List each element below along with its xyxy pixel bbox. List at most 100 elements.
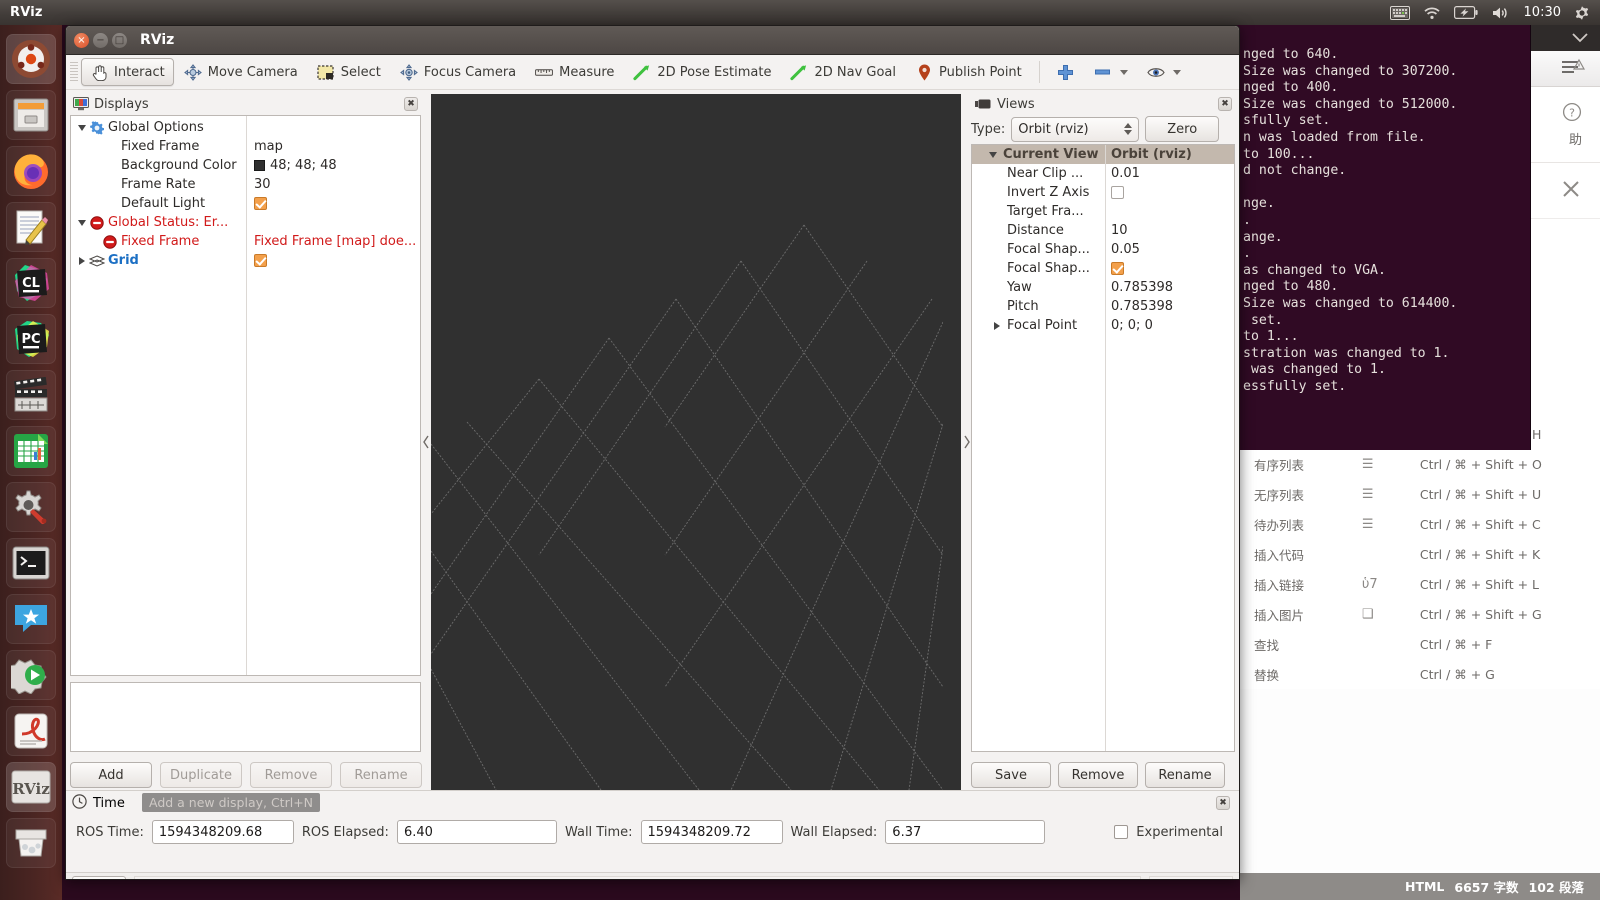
battery-icon[interactable] [1453, 6, 1478, 19]
displays-tree[interactable]: Global Options Fixed Frame map Background C… [70, 115, 421, 676]
sidebar-item-system-settings[interactable] [6, 482, 56, 532]
sidebar-item-files[interactable] [6, 90, 56, 140]
checkbox-checked[interactable] [254, 197, 267, 210]
pose-estimate-button[interactable]: 2D Pose Estimate [624, 58, 780, 86]
right-splitter-handle[interactable] [961, 94, 971, 790]
twisty-expanded-icon[interactable] [75, 124, 88, 131]
view-property-row[interactable]: Target Fra... [972, 202, 1234, 221]
power-gear-icon[interactable] [1574, 5, 1590, 21]
window-maximize-button[interactable]: □ [112, 32, 127, 48]
view-property-row[interactable]: Near Clip ... 0.01 [972, 164, 1234, 183]
help-label[interactable]: 助 [1569, 129, 1582, 148]
help-circle-icon[interactable]: ? [1562, 102, 1582, 126]
move-camera-button[interactable]: Move Camera [175, 58, 307, 86]
sidebar-item-pdf-reader[interactable] [6, 706, 56, 756]
add-tool-button[interactable] [1048, 58, 1084, 86]
display-row[interactable]: Frame Rate 30 [71, 175, 420, 194]
view-property-row[interactable]: Yaw 0.785398 [972, 278, 1234, 297]
checkbox-checked[interactable] [254, 254, 267, 267]
sidebar-item-rviz[interactable]: RViz [6, 762, 56, 812]
select-button[interactable]: Select [308, 58, 390, 86]
sidebar-item-terminal[interactable] [6, 538, 56, 588]
sidebar-item-text-editor[interactable] [6, 202, 56, 252]
keyboard-indicator-icon[interactable] [1389, 5, 1410, 20]
measure-button[interactable]: Measure [526, 58, 623, 86]
display-row[interactable]: Fixed Frame Fixed Frame [map] doe... [71, 232, 420, 251]
sidebar-item-firefox[interactable] [6, 146, 56, 196]
visibility-button[interactable] [1138, 58, 1190, 86]
views-close-button[interactable]: ✖ [1218, 97, 1232, 111]
display-row[interactable]: Grid [71, 251, 420, 270]
shortcut-row: 查找 Ctrl / ⌘ + F [1254, 629, 1586, 659]
rviz-titlebar[interactable]: × − □ RViz [66, 26, 1239, 55]
wifi-icon[interactable] [1423, 6, 1441, 20]
rename-display-button[interactable]: Rename [340, 762, 422, 788]
view-type-combo[interactable]: Orbit (rviz) [1011, 116, 1140, 142]
toolbar-drag-handle[interactable] [70, 62, 78, 82]
sidebar-item-messages[interactable] [6, 594, 56, 644]
remove-tool-button[interactable] [1085, 58, 1137, 86]
remove-view-button[interactable]: Remove [1058, 762, 1138, 788]
twisty-expanded-icon[interactable] [75, 219, 88, 226]
display-row[interactable]: Default Light [71, 194, 420, 213]
focus-camera-button[interactable]: Focus Camera [391, 58, 525, 86]
view-property-row[interactable]: Focal Shap... 0.05 [972, 240, 1234, 259]
sidebar-item-trash[interactable] [6, 818, 56, 868]
top-panel-app-name[interactable]: RViz [10, 5, 43, 20]
sidebar-item-libreoffice-calc[interactable] [6, 426, 56, 476]
chevron-down-icon[interactable] [1572, 31, 1600, 46]
clock[interactable]: 10:30 [1524, 5, 1561, 20]
chevron-down-icon[interactable] [1172, 69, 1181, 75]
wall-elapsed-input[interactable]: 6.37 [885, 820, 1046, 844]
twisty-collapsed-icon[interactable] [75, 256, 88, 265]
view-property-row[interactable]: Distance 10 [972, 221, 1234, 240]
display-row[interactable]: Background Color 48; 48; 48 [71, 156, 420, 175]
publish-point-button[interactable]: Publish Point [906, 58, 1031, 86]
checkbox-checked[interactable] [1111, 262, 1124, 275]
interact-button[interactable]: Interact [81, 58, 174, 86]
view-property-row[interactable]: Pitch 0.785398 [972, 297, 1234, 316]
hamburger-menu-icon[interactable] [1560, 57, 1586, 81]
displays-close-button[interactable]: ✖ [404, 97, 418, 111]
zero-view-button[interactable]: Zero [1145, 116, 1220, 142]
wall-time-input[interactable]: 1594348209.72 [640, 820, 783, 844]
views-tree[interactable]: Current View Orbit (rviz) Near Clip ... 0… [971, 144, 1235, 752]
display-row[interactable]: Global Options [71, 118, 420, 137]
sidebar-item-ubuntu-dash[interactable] [6, 34, 56, 84]
rviz-main-body: Displays ✖ Global Options Fixed Frame map B… [66, 90, 1239, 790]
remove-display-button[interactable]: Remove [250, 762, 332, 788]
display-row[interactable]: Fixed Frame map [71, 137, 420, 156]
view-property-row[interactable]: Invert Z Axis [972, 183, 1234, 202]
display-row[interactable]: Global Status: Er... [71, 213, 420, 232]
close-x-icon[interactable] [1560, 178, 1582, 204]
experimental-checkbox[interactable] [1114, 825, 1129, 839]
sidebar-item-pycharm[interactable]: PC [6, 314, 56, 364]
status-paragraphs: 102 段落 [1528, 880, 1584, 895]
left-splitter-handle[interactable] [421, 94, 431, 790]
view-property-row[interactable]: Focal Shap... [972, 259, 1234, 278]
rviz-3d-viewport[interactable] [431, 94, 961, 790]
add-display-button[interactable]: Add [70, 762, 152, 788]
color-swatch[interactable] [254, 160, 265, 171]
volume-icon[interactable] [1491, 6, 1511, 20]
view-property-row[interactable]: Focal Point 0; 0; 0 [972, 316, 1234, 335]
duplicate-display-button[interactable]: Duplicate [160, 762, 242, 788]
save-view-button[interactable]: Save [971, 762, 1051, 788]
sidebar-item-clion[interactable]: CL [6, 258, 56, 308]
time-close-button[interactable]: ✖ [1216, 796, 1230, 810]
sidebar-item-video-editor[interactable] [6, 370, 56, 420]
time-title-text: Time [93, 795, 125, 811]
nav-goal-button[interactable]: 2D Nav Goal [781, 58, 905, 86]
chevron-down-icon[interactable] [1119, 69, 1128, 75]
terminal-window[interactable]: nged to 640. Size was changed to 307200. n… [1237, 25, 1531, 450]
window-minimize-button[interactable]: − [93, 32, 108, 48]
ros-elapsed-input[interactable]: 6.40 [396, 820, 557, 844]
ros-time-input[interactable]: 1594348209.68 [151, 820, 294, 844]
reset-button[interactable]: Reset [72, 876, 127, 879]
rename-view-button[interactable]: Rename [1145, 762, 1225, 788]
sidebar-item-gazebo[interactable] [6, 650, 56, 700]
checkbox-unchecked[interactable] [1111, 186, 1124, 199]
spinner-arrows-icon[interactable] [1124, 123, 1133, 135]
twisty-collapsed-icon[interactable] [990, 321, 1003, 330]
window-close-button[interactable]: × [74, 32, 89, 48]
